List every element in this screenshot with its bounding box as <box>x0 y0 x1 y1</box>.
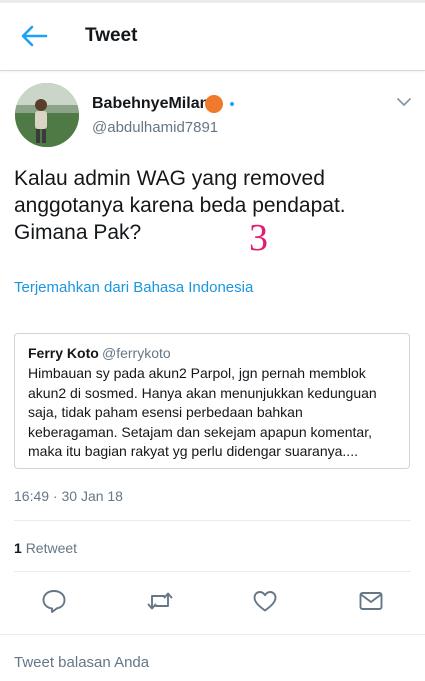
tweet-text-line: Kalau admin WAG yang removed <box>14 167 325 190</box>
translate-link[interactable]: Terjemahkan dari Bahasa Indonesia <box>14 279 253 296</box>
retweet-count-number: 1 <box>14 540 22 556</box>
quoted-tweet-text: Himbauan sy pada akun2 Parpol, jgn perna… <box>28 364 403 462</box>
quoted-text-line: Himbauan sy pada akun2 Parpol, jgn perna… <box>28 365 366 381</box>
retweet-count-label: Retweet <box>25 540 78 556</box>
retweet-count[interactable]: 1 Retweet <box>14 540 77 556</box>
like-button[interactable] <box>252 588 278 614</box>
arrow-left-icon <box>21 25 48 47</box>
tweet-text: Kalau admin WAG yang removed anggotanya … <box>14 165 414 246</box>
avatar[interactable] <box>15 83 79 147</box>
reply-input[interactable]: Tweet balasan Anda <box>14 654 149 671</box>
quoted-text-line: maka itu bagian rakyat yg perlu didengar… <box>28 443 358 459</box>
status-line <box>0 0 425 3</box>
quoted-tweet[interactable]: Ferry Koto @ferrykoto Himbauan sy pada a… <box>14 333 410 469</box>
quoted-text-line: akun2 di sosmed. Hanya akan menunjukkan … <box>28 384 377 401</box>
message-button[interactable] <box>358 588 384 614</box>
tweet-timestamp: 16:49 · 30 Jan 18 <box>14 488 123 504</box>
quoted-author-name: Ferry Koto <box>28 345 99 361</box>
author-name[interactable]: BabehnyeMilan <box>92 95 209 113</box>
reply-button[interactable] <box>41 588 67 614</box>
avatar-photo <box>15 83 79 147</box>
reply-icon <box>42 590 66 613</box>
quoted-text-line: keberagaman. Setajam dan sekejam apapun … <box>28 423 372 440</box>
reply-composer: Tweet balasan Anda <box>0 634 425 681</box>
page-title: Tweet <box>85 25 138 46</box>
retweet-icon <box>147 592 173 610</box>
quoted-text-line: saja, tidak paham esensi perbedaan bahka… <box>28 404 303 420</box>
author-handle[interactable]: @abdulhamid7891 <box>92 119 218 136</box>
message-icon <box>359 592 383 610</box>
dot-icon <box>230 102 234 106</box>
quoted-author-handle: @ferrykoto <box>102 345 171 361</box>
tweet-text-line: anggotanya karena beda pendapat. <box>14 194 346 217</box>
annotation-number: 3 <box>249 217 268 259</box>
tweet-text-line: Gimana Pak? <box>14 221 142 244</box>
chevron-down-icon <box>397 98 411 106</box>
back-button[interactable] <box>20 23 48 49</box>
retweet-button[interactable] <box>146 588 174 614</box>
tweet-menu-button[interactable] <box>397 95 411 107</box>
divider <box>14 520 411 521</box>
like-icon <box>253 591 277 612</box>
divider <box>14 571 411 572</box>
top-app-bar: Tweet <box>0 0 425 71</box>
orange-circle-icon <box>205 95 223 113</box>
